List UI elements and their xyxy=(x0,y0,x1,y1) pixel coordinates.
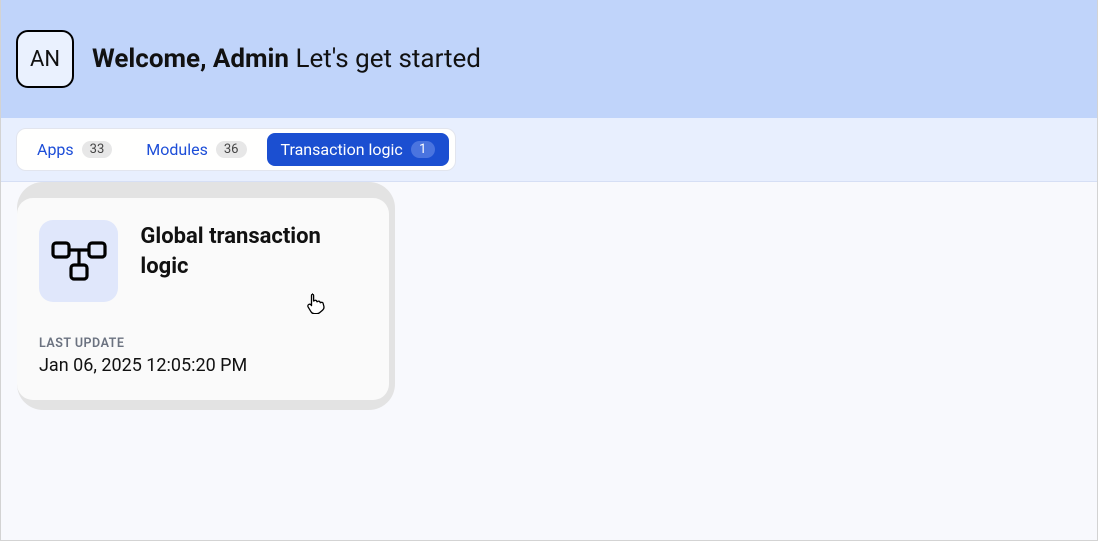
tab-apps-count: 33 xyxy=(82,141,113,158)
tab-apps[interactable]: Apps 33 xyxy=(23,133,126,166)
tab-transaction-logic-label: Transaction logic xyxy=(281,140,403,159)
welcome-light: Let's get started xyxy=(289,44,481,74)
cursor-hand-icon xyxy=(305,292,325,318)
card-meta: LAST UPDATE Jan 06, 2025 12:05:20 PM xyxy=(39,336,367,376)
last-update-label: LAST UPDATE xyxy=(39,336,367,351)
transaction-logic-card[interactable]: Global transaction logic LAST UPDATE Jan… xyxy=(17,198,389,400)
workflow-icon xyxy=(39,220,118,302)
content-area: Global transaction logic LAST UPDATE Jan… xyxy=(1,182,1097,416)
last-update-value: Jan 06, 2025 12:05:20 PM xyxy=(39,355,367,376)
card-header: Global transaction logic xyxy=(39,220,367,302)
avatar[interactable]: AN xyxy=(16,30,74,88)
tab-transaction-logic-count: 1 xyxy=(411,141,435,158)
welcome-strong: Welcome, Admin xyxy=(92,44,289,74)
tab-transaction-logic[interactable]: Transaction logic 1 xyxy=(267,133,449,166)
tabs-bar: Apps 33 Modules 36 Transaction logic 1 xyxy=(16,128,456,171)
welcome-banner: AN Welcome, Admin Let's get started xyxy=(1,0,1097,118)
tab-apps-label: Apps xyxy=(37,140,74,159)
welcome-text: Welcome, Admin Let's get started xyxy=(92,44,481,74)
tab-modules-count: 36 xyxy=(216,141,247,158)
tab-modules-label: Modules xyxy=(146,140,208,159)
tabs-region: Apps 33 Modules 36 Transaction logic 1 xyxy=(1,118,1097,182)
card-title: Global transaction logic xyxy=(140,220,367,281)
tab-modules[interactable]: Modules 36 xyxy=(132,133,260,166)
avatar-initials: AN xyxy=(30,47,60,72)
